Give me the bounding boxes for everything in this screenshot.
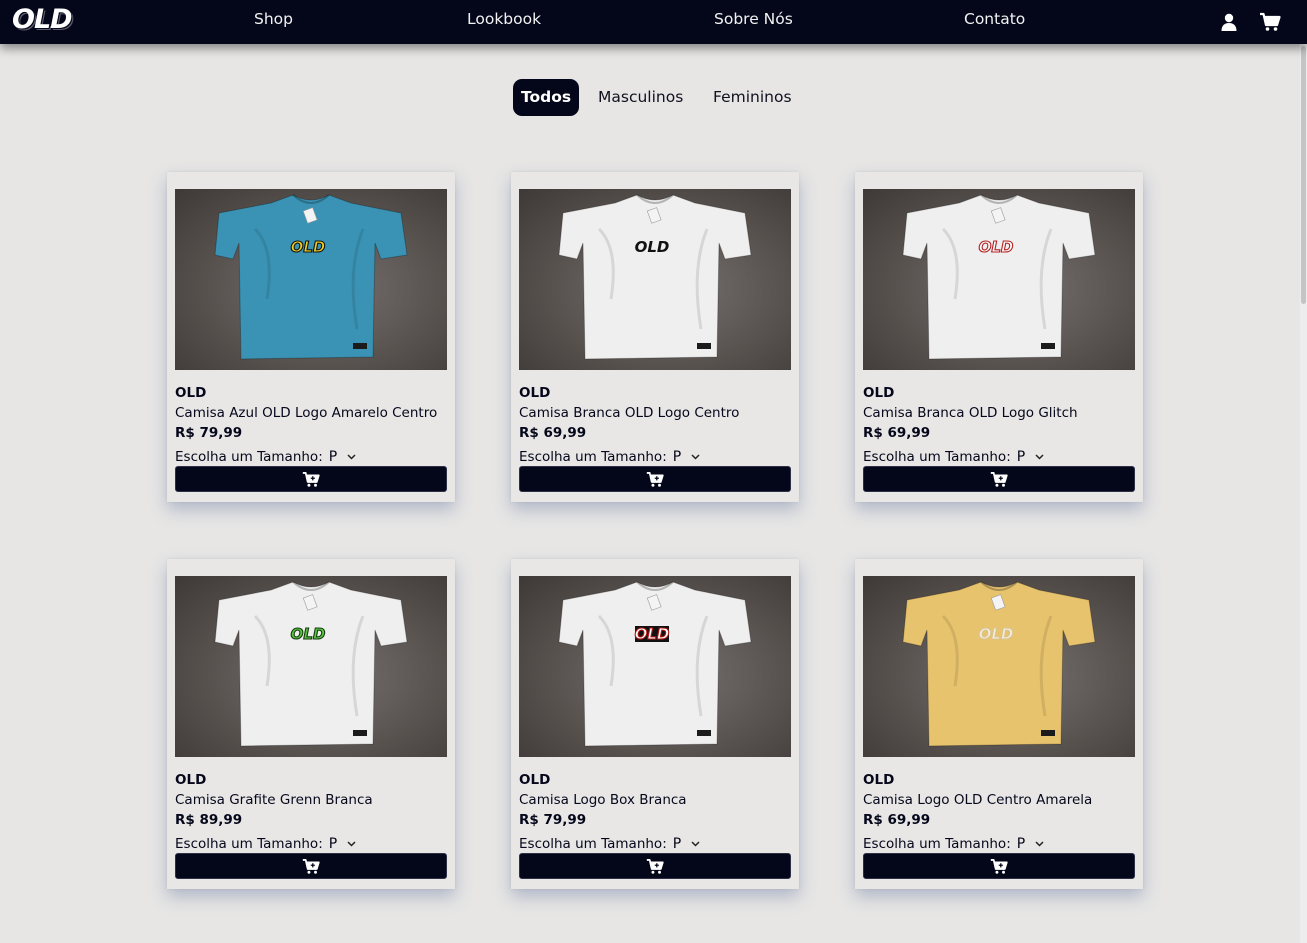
- add-to-cart-icon: [646, 858, 664, 874]
- size-select[interactable]: P: [670, 447, 703, 467]
- product-name[interactable]: Camisa Grafite Grenn Branca: [175, 792, 373, 808]
- add-to-cart-button[interactable]: [863, 853, 1135, 879]
- add-to-cart-button[interactable]: [863, 466, 1135, 492]
- nav-link-sobre-nos[interactable]: Sobre Nós: [714, 10, 793, 28]
- tshirt-illustration: OLD: [558, 194, 752, 360]
- size-label: Escolha um Tamanho:: [519, 449, 667, 465]
- product-image[interactable]: OLD: [863, 576, 1135, 757]
- size-select[interactable]: P: [1014, 834, 1047, 854]
- product-brand: OLD: [175, 385, 207, 401]
- top-navbar: OLD Shop Lookbook Sobre Nós Contato: [0, 0, 1307, 44]
- tshirt-illustration: OLD: [902, 194, 1096, 360]
- cart-icon[interactable]: [1259, 12, 1281, 32]
- add-to-cart-button[interactable]: [175, 853, 447, 879]
- size-label: Escolha um Tamanho:: [863, 836, 1011, 852]
- size-label: Escolha um Tamanho:: [175, 836, 323, 852]
- product-card: OLD OLD Camisa Logo OLD Centro Amarela R…: [855, 559, 1143, 889]
- product-brand: OLD: [863, 385, 895, 401]
- product-price: R$ 79,99: [519, 812, 587, 828]
- add-to-cart-icon: [302, 858, 320, 874]
- product-image[interactable]: OLD: [175, 576, 447, 757]
- product-brand: OLD: [519, 772, 551, 788]
- tshirt-illustration: OLD: [558, 581, 752, 747]
- product-name[interactable]: Camisa Branca OLD Logo Glitch: [863, 405, 1078, 421]
- size-label: Escolha um Tamanho:: [175, 449, 323, 465]
- product-card: OLD OLD Camisa Azul OLD Logo Amarelo Cen…: [167, 172, 455, 502]
- chevron-down-icon: [691, 454, 700, 460]
- add-to-cart-button[interactable]: [519, 466, 791, 492]
- product-card: OLD OLD Camisa Branca OLD Logo Glitch R$…: [855, 172, 1143, 502]
- add-to-cart-icon: [990, 858, 1008, 874]
- size-value: P: [1016, 449, 1026, 465]
- product-price: R$ 69,99: [863, 812, 931, 828]
- shirt-print-logo: OLD: [635, 625, 670, 643]
- product-brand: OLD: [519, 385, 551, 401]
- filter-tab-todos[interactable]: Todos: [513, 79, 580, 116]
- size-selector-row: Escolha um Tamanho: P: [863, 834, 1047, 854]
- tshirt-illustration: OLD: [214, 194, 408, 360]
- add-to-cart-button[interactable]: [519, 853, 791, 879]
- product-price: R$ 69,99: [863, 425, 931, 441]
- shirt-print-logo: OLD: [291, 238, 326, 256]
- size-selector-row: Escolha um Tamanho: P: [863, 447, 1047, 467]
- shirt-print-logo: OLD: [635, 238, 670, 256]
- tshirt-illustration: OLD: [214, 581, 408, 747]
- product-brand: OLD: [175, 772, 207, 788]
- scrollbar-thumb[interactable]: [1301, 46, 1306, 304]
- size-selector-row: Escolha um Tamanho: P: [175, 447, 359, 467]
- size-select[interactable]: P: [670, 834, 703, 854]
- size-select[interactable]: P: [1014, 447, 1047, 467]
- nav-link-shop[interactable]: Shop: [254, 10, 293, 28]
- chevron-down-icon: [347, 454, 356, 460]
- product-name[interactable]: Camisa Azul OLD Logo Amarelo Centro: [175, 405, 437, 421]
- product-image[interactable]: OLD: [863, 189, 1135, 370]
- product-name[interactable]: Camisa Logo Box Branca: [519, 792, 687, 808]
- size-value: P: [328, 449, 338, 465]
- product-card: OLD OLD Camisa Logo Box Branca R$ 79,99 …: [511, 559, 799, 889]
- product-name[interactable]: Camisa Logo OLD Centro Amarela: [863, 792, 1092, 808]
- shirt-print-logo: OLD: [291, 625, 326, 643]
- nav-link-lookbook[interactable]: Lookbook: [467, 10, 541, 28]
- product-price: R$ 89,99: [175, 812, 243, 828]
- size-label: Escolha um Tamanho:: [863, 449, 1011, 465]
- chevron-down-icon: [691, 841, 700, 847]
- size-select[interactable]: P: [326, 834, 359, 854]
- user-icon[interactable]: [1219, 12, 1239, 32]
- size-value: P: [1016, 836, 1026, 852]
- size-value: P: [672, 449, 682, 465]
- chevron-down-icon: [1035, 841, 1044, 847]
- shirt-print-logo: OLD: [979, 625, 1014, 643]
- product-card: OLD OLD Camisa Branca OLD Logo Centro R$…: [511, 172, 799, 502]
- size-selector-row: Escolha um Tamanho: P: [519, 447, 703, 467]
- filter-tab-masculinos[interactable]: Masculinos: [598, 79, 683, 116]
- product-card: OLD OLD Camisa Grafite Grenn Branca R$ 8…: [167, 559, 455, 889]
- add-to-cart-icon: [990, 471, 1008, 487]
- filter-tab-femininos[interactable]: Femininos: [713, 79, 792, 116]
- add-to-cart-icon: [302, 471, 320, 487]
- product-name[interactable]: Camisa Branca OLD Logo Centro: [519, 405, 739, 421]
- brand-logo[interactable]: OLD: [12, 5, 73, 35]
- product-brand: OLD: [863, 772, 895, 788]
- size-selector-row: Escolha um Tamanho: P: [175, 834, 359, 854]
- product-image[interactable]: OLD: [519, 189, 791, 370]
- nav-link-contato[interactable]: Contato: [964, 10, 1025, 28]
- shirt-print-logo: OLD: [979, 238, 1014, 256]
- add-to-cart-icon: [646, 471, 664, 487]
- add-to-cart-button[interactable]: [175, 466, 447, 492]
- size-select[interactable]: P: [326, 447, 359, 467]
- product-price: R$ 69,99: [519, 425, 587, 441]
- size-label: Escolha um Tamanho:: [519, 836, 667, 852]
- tshirt-illustration: OLD: [902, 581, 1096, 747]
- product-image[interactable]: OLD: [175, 189, 447, 370]
- chevron-down-icon: [1035, 454, 1044, 460]
- product-price: R$ 79,99: [175, 425, 243, 441]
- size-value: P: [328, 836, 338, 852]
- size-selector-row: Escolha um Tamanho: P: [519, 834, 703, 854]
- size-value: P: [672, 836, 682, 852]
- chevron-down-icon: [347, 841, 356, 847]
- product-image[interactable]: OLD: [519, 576, 791, 757]
